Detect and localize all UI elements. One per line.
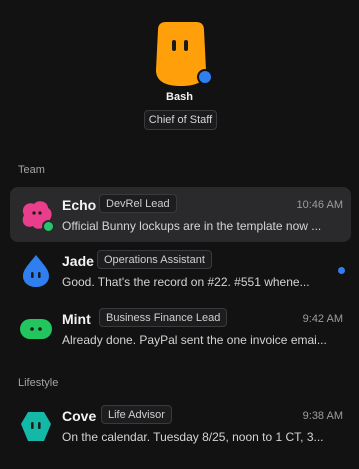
message-preview: Official Bunny lockups are in the templa… (62, 219, 322, 233)
cove-mascot-icon (21, 412, 51, 441)
conversation-row-echo[interactable]: Echo DevRel Lead 10:46 AM Official Bunny… (10, 187, 351, 242)
message-time: 9:42 AM (302, 313, 343, 325)
conversation-row-cove[interactable]: Cove Life Advisor 9:38 AM On the calenda… (10, 398, 351, 453)
role-badge: Life Advisor (101, 405, 172, 424)
agent-profile-header: Bash Chief of Staff (0, 0, 359, 140)
profile-name: Bash (166, 91, 193, 103)
conversation-name: Mint (62, 311, 91, 327)
online-status-dot (42, 220, 55, 233)
conversation-name: Jade (62, 253, 94, 269)
role-badge: DevRel Lead (99, 194, 177, 213)
conversation-row-mint[interactable]: Mint Business Finance Lead 9:42 AM Alrea… (10, 301, 351, 356)
role-badge: Operations Assistant (97, 250, 212, 269)
message-time: 10:46 AM (296, 199, 343, 211)
message-preview: Already done. PayPal sent the one invoic… (62, 333, 327, 347)
profile-role-badge: Chief of Staff (144, 110, 217, 130)
conversation-row-jade[interactable]: Jade Operations Assistant Good. That's t… (10, 243, 351, 298)
role-badge: Business Finance Lead (99, 308, 228, 327)
message-preview: On the calendar. Tuesday 8/25, noon to 1… (62, 430, 324, 444)
mint-mascot-icon (20, 319, 52, 339)
conversation-name: Cove (62, 408, 97, 424)
section-header-lifestyle: Lifestyle (18, 377, 59, 389)
jade-mascot-icon (23, 255, 49, 287)
message-preview: Good. That's the record on #22. #551 whe… (62, 275, 310, 289)
message-time: 9:38 AM (302, 410, 343, 422)
conversation-name: Echo (62, 197, 97, 213)
online-status-dot (197, 69, 213, 85)
unread-indicator (338, 267, 345, 274)
section-header-team: Team (18, 164, 45, 176)
